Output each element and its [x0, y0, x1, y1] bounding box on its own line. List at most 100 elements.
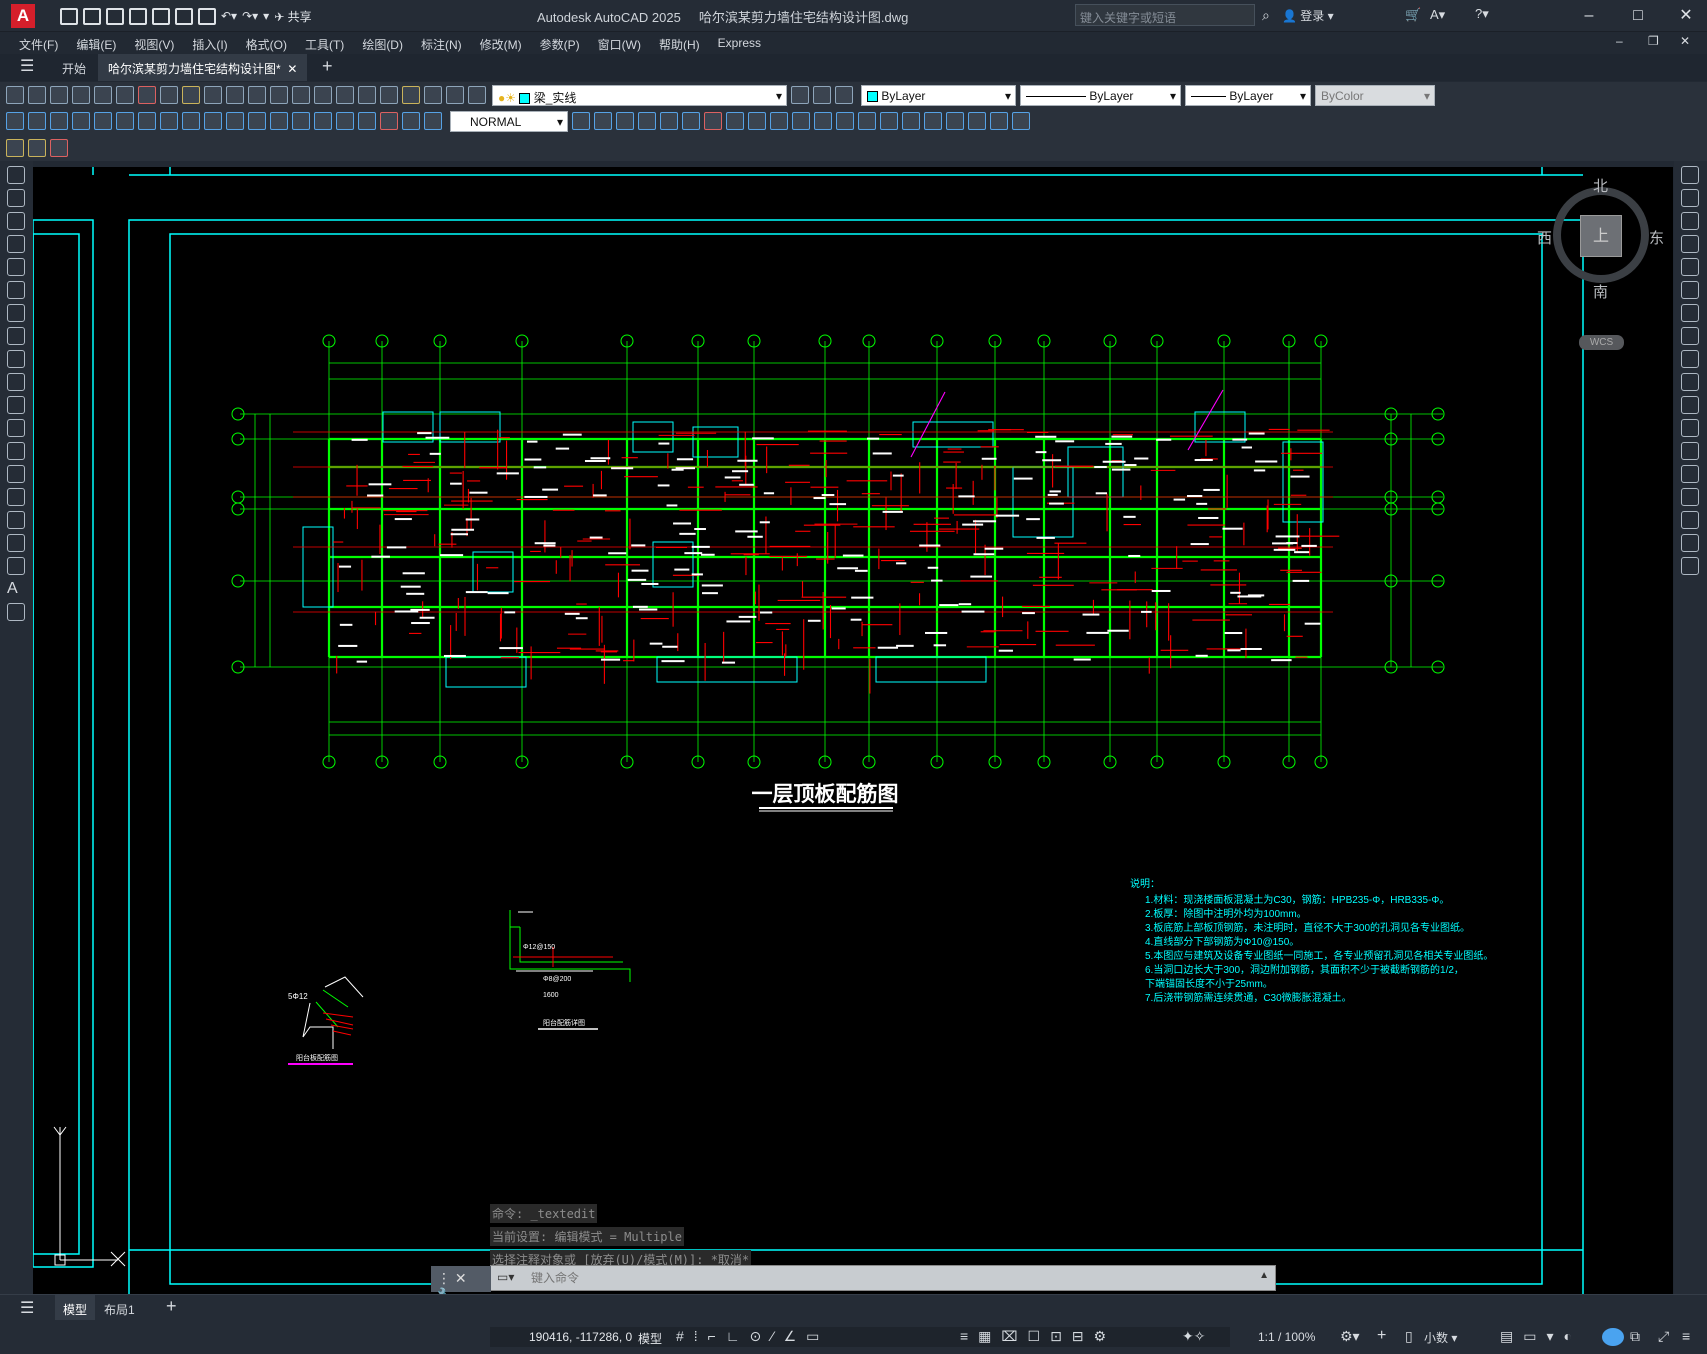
- erase-icon[interactable]: [1681, 166, 1699, 184]
- join-icon[interactable]: [1681, 465, 1699, 483]
- revcloud-icon[interactable]: [7, 327, 25, 345]
- construction-line-icon[interactable]: [7, 189, 25, 207]
- array-icon[interactable]: [1681, 258, 1699, 276]
- line-icon[interactable]: [7, 166, 25, 184]
- modify-break-icon[interactable]: [814, 112, 832, 130]
- text-style-dropdown[interactable]: NORMAL ▾: [450, 110, 568, 132]
- tb-open-icon[interactable]: [28, 86, 46, 104]
- annotation-scale[interactable]: 1:1 / 100%: [1258, 1330, 1315, 1344]
- copy-icon[interactable]: [1681, 189, 1699, 207]
- help-search-input[interactable]: 键入关键字或短语: [1075, 4, 1255, 26]
- modify-pedit-icon[interactable]: [968, 112, 986, 130]
- annotation-icons[interactable]: ✦✧: [1182, 1328, 1205, 1345]
- polyline-icon[interactable]: [7, 212, 25, 230]
- modify-scale-icon[interactable]: [726, 112, 744, 130]
- tb-zoom-window-icon[interactable]: [314, 86, 332, 104]
- rotate-icon[interactable]: [1681, 304, 1699, 322]
- units-icon[interactable]: ▯: [1405, 1328, 1413, 1345]
- rectangle-icon[interactable]: [7, 258, 25, 276]
- menu-item-5[interactable]: 工具(T): [296, 32, 353, 54]
- scale-icon[interactable]: [1681, 327, 1699, 345]
- dim-aligned-icon[interactable]: [28, 112, 46, 130]
- break-at-point-icon[interactable]: [1681, 419, 1699, 437]
- command-input[interactable]: [531, 1268, 1231, 1288]
- doc-restore-button[interactable]: ❐: [1648, 34, 1659, 48]
- hardware-accel-icon[interactable]: [1602, 1328, 1624, 1346]
- dim-diameter-icon[interactable]: [138, 112, 156, 130]
- menu-item-8[interactable]: 修改(M): [471, 32, 531, 54]
- compass-east[interactable]: 东: [1649, 227, 1664, 248]
- add-selected-icon[interactable]: [7, 603, 25, 621]
- dim-break-icon[interactable]: [270, 112, 288, 130]
- tb-layer-prev-icon[interactable]: [813, 86, 831, 104]
- help-icon[interactable]: ?▾: [1475, 6, 1489, 22]
- add-layout-button[interactable]: +: [166, 1296, 177, 1317]
- menu-item-2[interactable]: 视图(V): [125, 32, 183, 54]
- workspace-gear-icon[interactable]: ⚙▾: [1340, 1328, 1360, 1345]
- grid-snap-icons[interactable]: #⁞⌐∟⊙⁄∠▭: [676, 1328, 829, 1345]
- new-file-icon[interactable]: [60, 7, 78, 25]
- annotation-monitor-icon[interactable]: +: [1377, 1327, 1386, 1345]
- ellipse-icon[interactable]: [7, 373, 25, 391]
- viewcube[interactable]: 上 北 南 西 东 WCS: [1529, 167, 1673, 367]
- circle-icon[interactable]: [7, 304, 25, 322]
- tb-matchprop-icon[interactable]: [204, 86, 222, 104]
- plot-icon[interactable]: [175, 7, 193, 25]
- tb-toolpalette-icon[interactable]: [402, 86, 420, 104]
- modify-join-icon[interactable]: [836, 112, 854, 130]
- save-icon[interactable]: [106, 7, 124, 25]
- close-button[interactable]: ✕: [1668, 3, 1704, 29]
- dim-space-icon[interactable]: [248, 112, 266, 130]
- tb-plot-icon[interactable]: [72, 86, 90, 104]
- customize-status-icon[interactable]: ≡: [1682, 1328, 1690, 1344]
- modify-lengthen-icon[interactable]: [946, 112, 964, 130]
- dim-linear-icon[interactable]: [6, 112, 24, 130]
- spline-icon[interactable]: [7, 350, 25, 368]
- dim-continue-icon[interactable]: [226, 112, 244, 130]
- jogged-linear-icon[interactable]: [358, 112, 376, 130]
- compass-south[interactable]: 南: [1593, 281, 1608, 302]
- tb-redo-icon[interactable]: [248, 86, 266, 104]
- autodesk-a360-icon[interactable]: A▾: [1430, 7, 1445, 23]
- autocad-logo[interactable]: A: [11, 4, 35, 28]
- tb-layer-manager-icon[interactable]: [468, 86, 486, 104]
- tb-make-current-icon[interactable]: [791, 86, 809, 104]
- move-icon[interactable]: [1681, 281, 1699, 299]
- polygon-icon[interactable]: [7, 235, 25, 253]
- tb-pan-icon[interactable]: [270, 86, 288, 104]
- insert-block-icon[interactable]: [7, 419, 25, 437]
- modify-explode-icon[interactable]: [902, 112, 920, 130]
- dim-edit-icon[interactable]: [380, 112, 398, 130]
- trim-icon[interactable]: [1681, 373, 1699, 391]
- print-icon[interactable]: [198, 7, 216, 25]
- cart-icon[interactable]: 🛒: [1405, 7, 1421, 23]
- hatch-icon[interactable]: [7, 488, 25, 506]
- dim-quick-icon[interactable]: [182, 112, 200, 130]
- linetype-dropdown[interactable]: ByLayer ▾: [1020, 84, 1181, 106]
- dim-ordinate-icon[interactable]: [72, 112, 90, 130]
- customize-qa-icon[interactable]: ▾: [263, 9, 269, 23]
- arc-icon[interactable]: [7, 281, 25, 299]
- dim-text-edit-icon[interactable]: [402, 112, 420, 130]
- layout-menu-icon[interactable]: ☰: [20, 1298, 34, 1318]
- menu-item-11[interactable]: 帮助(H): [650, 32, 709, 54]
- undo-icon[interactable]: ↶▾: [221, 9, 237, 23]
- modify-extend-icon[interactable]: [792, 112, 810, 130]
- doc-minimize-button[interactable]: –: [1616, 34, 1623, 48]
- tb-cut-icon[interactable]: [138, 86, 156, 104]
- break-icon[interactable]: [1681, 442, 1699, 460]
- lineweight-dropdown[interactable]: ByLayer ▾: [1185, 84, 1311, 106]
- center-mark-icon[interactable]: [314, 112, 332, 130]
- maximize-button[interactable]: □: [1620, 3, 1656, 29]
- tb-zoom-icon[interactable]: [292, 86, 310, 104]
- modify-splinedit-icon[interactable]: [990, 112, 1008, 130]
- units-dropdown[interactable]: 小数 ▾: [1424, 1329, 1489, 1346]
- wcs-menu[interactable]: WCS: [1579, 335, 1624, 350]
- tb-new-icon[interactable]: [6, 86, 24, 104]
- tb-calc-icon[interactable]: [424, 86, 442, 104]
- offset-icon[interactable]: [1681, 235, 1699, 253]
- stretch-icon[interactable]: [1681, 350, 1699, 368]
- layer-dropdown[interactable]: ●☀ 梁_实线 ▾: [492, 84, 787, 106]
- dim-angular-icon[interactable]: [160, 112, 178, 130]
- tb-paste-icon[interactable]: [182, 86, 200, 104]
